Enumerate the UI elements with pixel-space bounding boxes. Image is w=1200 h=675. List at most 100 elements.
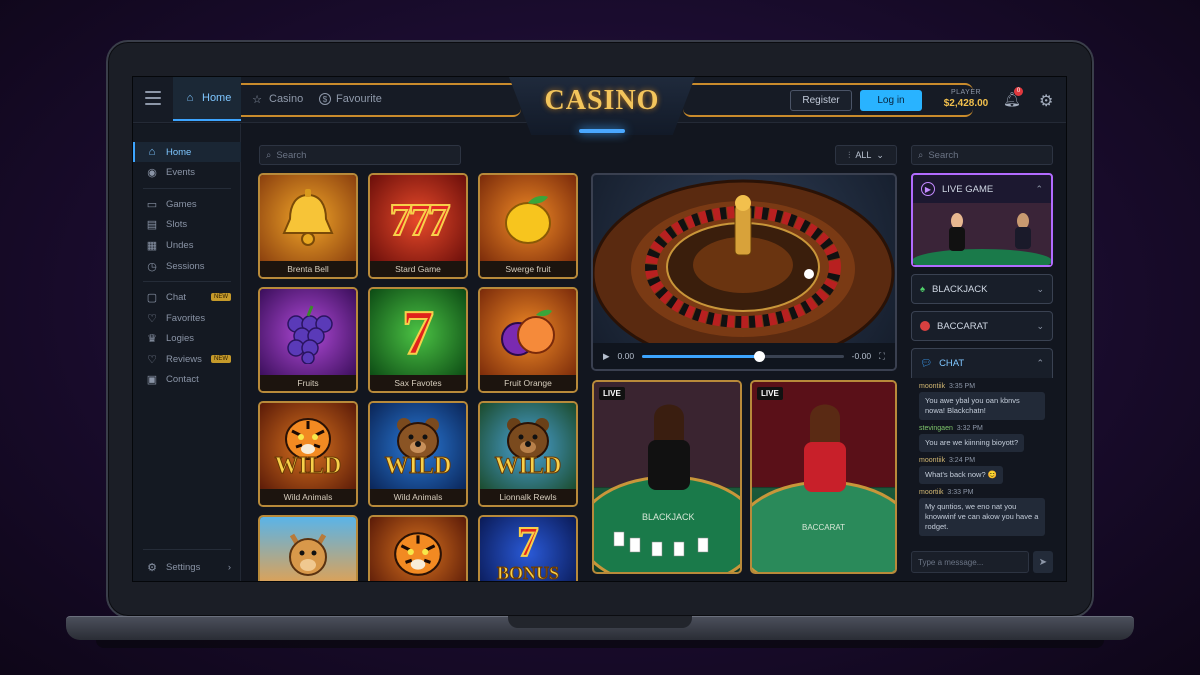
game-title: Fruits [260,375,356,391]
heart-icon: ♡ [147,353,157,366]
sidebar-item-undes[interactable]: ▦ Undes [133,235,241,255]
game-tile[interactable]: 777 Stard Game [368,173,468,279]
seek-progress [642,354,759,358]
chevron-up-icon: ⌃ [1035,183,1043,194]
chat-header[interactable]: 💬︎ CHAT ⌃ [912,349,1052,377]
sidebar-item-logies[interactable]: ♛ Logies [133,328,241,348]
plum-peach-art [501,309,555,356]
game-search[interactable]: ⌕ [259,145,461,165]
settings-gear-icon[interactable]: ⚙ [1039,91,1053,111]
message-meta: moontiik 3:24 PM [919,457,1053,464]
chevron-right-icon: › [227,561,231,573]
casino-logo[interactable]: CASINO [509,85,695,117]
chat-messages: moontiik 3:35 PM You awe ybal you oan kb… [911,383,1053,557]
roulette-video-player[interactable]: ▶ 0.00 -0.00 ⛶ [591,173,897,371]
filter-dropdown[interactable]: ⫶ ALL ⌄ [835,145,897,165]
laptop-notch [508,616,692,628]
game-tile[interactable]: Fruit Orange [478,287,578,393]
logo-rail-right [683,83,973,117]
time-current: 0.00 [617,351,635,361]
lemon-icon [480,175,576,263]
sidebar-item-contact[interactable]: ▣ Contact [133,369,241,389]
table-felt-text: BLACKJACK [642,512,695,522]
live-game-header[interactable]: ▶ LIVE GAME ⌃ [913,175,1051,203]
tiger-art [394,532,442,576]
play-icon[interactable]: ▶ [603,351,610,362]
gamepad-icon: ▭ [146,198,158,211]
video-seek-bar[interactable] [642,350,844,362]
sidebar-divider [143,549,231,550]
sidebar-item-sessions[interactable]: ◷ Sessions [133,256,241,276]
sidebar-item-games[interactable]: ▭ Games [133,194,241,214]
tiger-icon [370,517,466,581]
chat-message: moontiik 3:35 PM You awe ybal you oan kb… [919,383,1053,420]
game-search-input[interactable] [276,149,460,161]
message-user: moontiik [919,457,946,464]
live-game-thumbnail [913,203,1051,265]
home-icon: ⌂ [186,92,194,104]
spade-icon: ♠ [920,283,926,295]
baccarat-header[interactable]: BACCARAT ⌄ [912,312,1052,340]
chat-composer: ➤ [911,551,1053,573]
tab-home[interactable]: ⌂ Home [173,77,242,121]
game-tile[interactable]: WILD Lionnalk Rewls [478,401,578,507]
trophy-icon: ♛ [147,332,157,345]
eye-icon: ◉ [147,166,157,179]
message-meta: moontiik 3:35 PM [919,383,1053,390]
sidebar-item-label: Favorites [166,312,206,324]
baccarat-panel[interactable]: BACCARAT ⌄ [911,311,1053,341]
sidebar-item-label: Contact [166,373,199,385]
chat-panel[interactable]: 💬︎ CHAT ⌃ [911,348,1053,378]
message-bubble: You are we kiinning bioyott? [919,434,1025,452]
right-search-input[interactable] [928,149,1052,161]
sidebar-item-slots[interactable]: ▤ Slots [133,214,241,234]
sidebar-item-chat[interactable]: ▢ Chat NEW [133,287,241,307]
blackjack-header[interactable]: ♠ BLACKJACK ⌄ [912,275,1052,303]
message-time: 3:24 PM [948,457,976,464]
chat-message-input[interactable] [911,551,1029,573]
video-controls: ▶ 0.00 -0.00 ⛶ [593,343,895,369]
hamburger-menu-icon[interactable] [145,91,161,105]
game-tile[interactable]: WILD Wild Animals [368,401,468,507]
app-screen: ⌂ Home ☆ Casino $ Favourite CASINO Regis… [132,76,1067,582]
live-game-panel[interactable]: ▶ LIVE GAME ⌃ [911,173,1053,267]
live-table-card[interactable]: LIVE BLACKJACK [592,380,742,574]
live-table-card[interactable]: LIVE BACCARAT [750,380,897,574]
blackjack-label: BLACKJACK [932,283,988,295]
sidebar-item-settings[interactable]: ⚙ Settings › [133,557,241,577]
game-tile[interactable]: WILD Wild Animals [258,401,358,507]
fullscreen-icon[interactable]: ⛶ [879,351,885,362]
blackjack-panel[interactable]: ♠ BLACKJACK ⌄ [911,274,1053,304]
game-tile[interactable]: Fruits [258,287,358,393]
game-tile[interactable] [368,515,468,581]
wild-label: WILD [384,452,452,479]
sidebar-item-home[interactable]: ⌂ Home [133,142,241,162]
message-time: 3:32 PM [956,425,983,432]
sidebar-item-events[interactable]: ◉ Events [133,162,241,182]
game-tile[interactable]: Swerge fruit [478,173,578,279]
game-title: Sax Favotes [370,375,466,391]
sidebar-item-label: Slots [166,218,188,230]
game-tile[interactable]: Brenta Bell [258,173,358,279]
sidebar-item-reviews[interactable]: ♡ Reviews NEW [133,349,241,369]
sidebar-item-label: Events [166,166,196,178]
message-bubble: What's back now? 😊 [919,466,1004,484]
game-tile[interactable] [258,515,358,581]
seek-handle[interactable] [754,350,765,362]
send-icon[interactable]: ➤ [1033,551,1053,573]
game-tile[interactable]: 7 BONUS [478,515,578,581]
sidebar-item-label: Settings [166,561,201,573]
sidebar-item-favorites[interactable]: ♡ Favorites [133,308,241,328]
blackjack-dealer-scene: BLACKJACK [594,382,740,572]
sidebar-item-label: Undes [166,239,194,251]
tiger-icon: WILD [260,403,356,491]
live-badge: LIVE [599,387,625,400]
clock-icon: ◷ [147,260,157,273]
gear-icon: ⚙ [147,561,157,574]
game-tile[interactable]: 7 Sax Favotes [368,287,468,393]
right-search[interactable]: ⌕ [911,145,1053,165]
sidebar: ⌂ Home ◉ Events ▭ Games ▤ Slots ▦ Undes ◷ Sess… [133,124,241,581]
chevron-down-icon: ⌄ [1036,320,1044,331]
chat-message: moontiik 3:24 PM What's back now? 😊 [919,457,1053,484]
home-icon: ⌂ [148,146,156,158]
